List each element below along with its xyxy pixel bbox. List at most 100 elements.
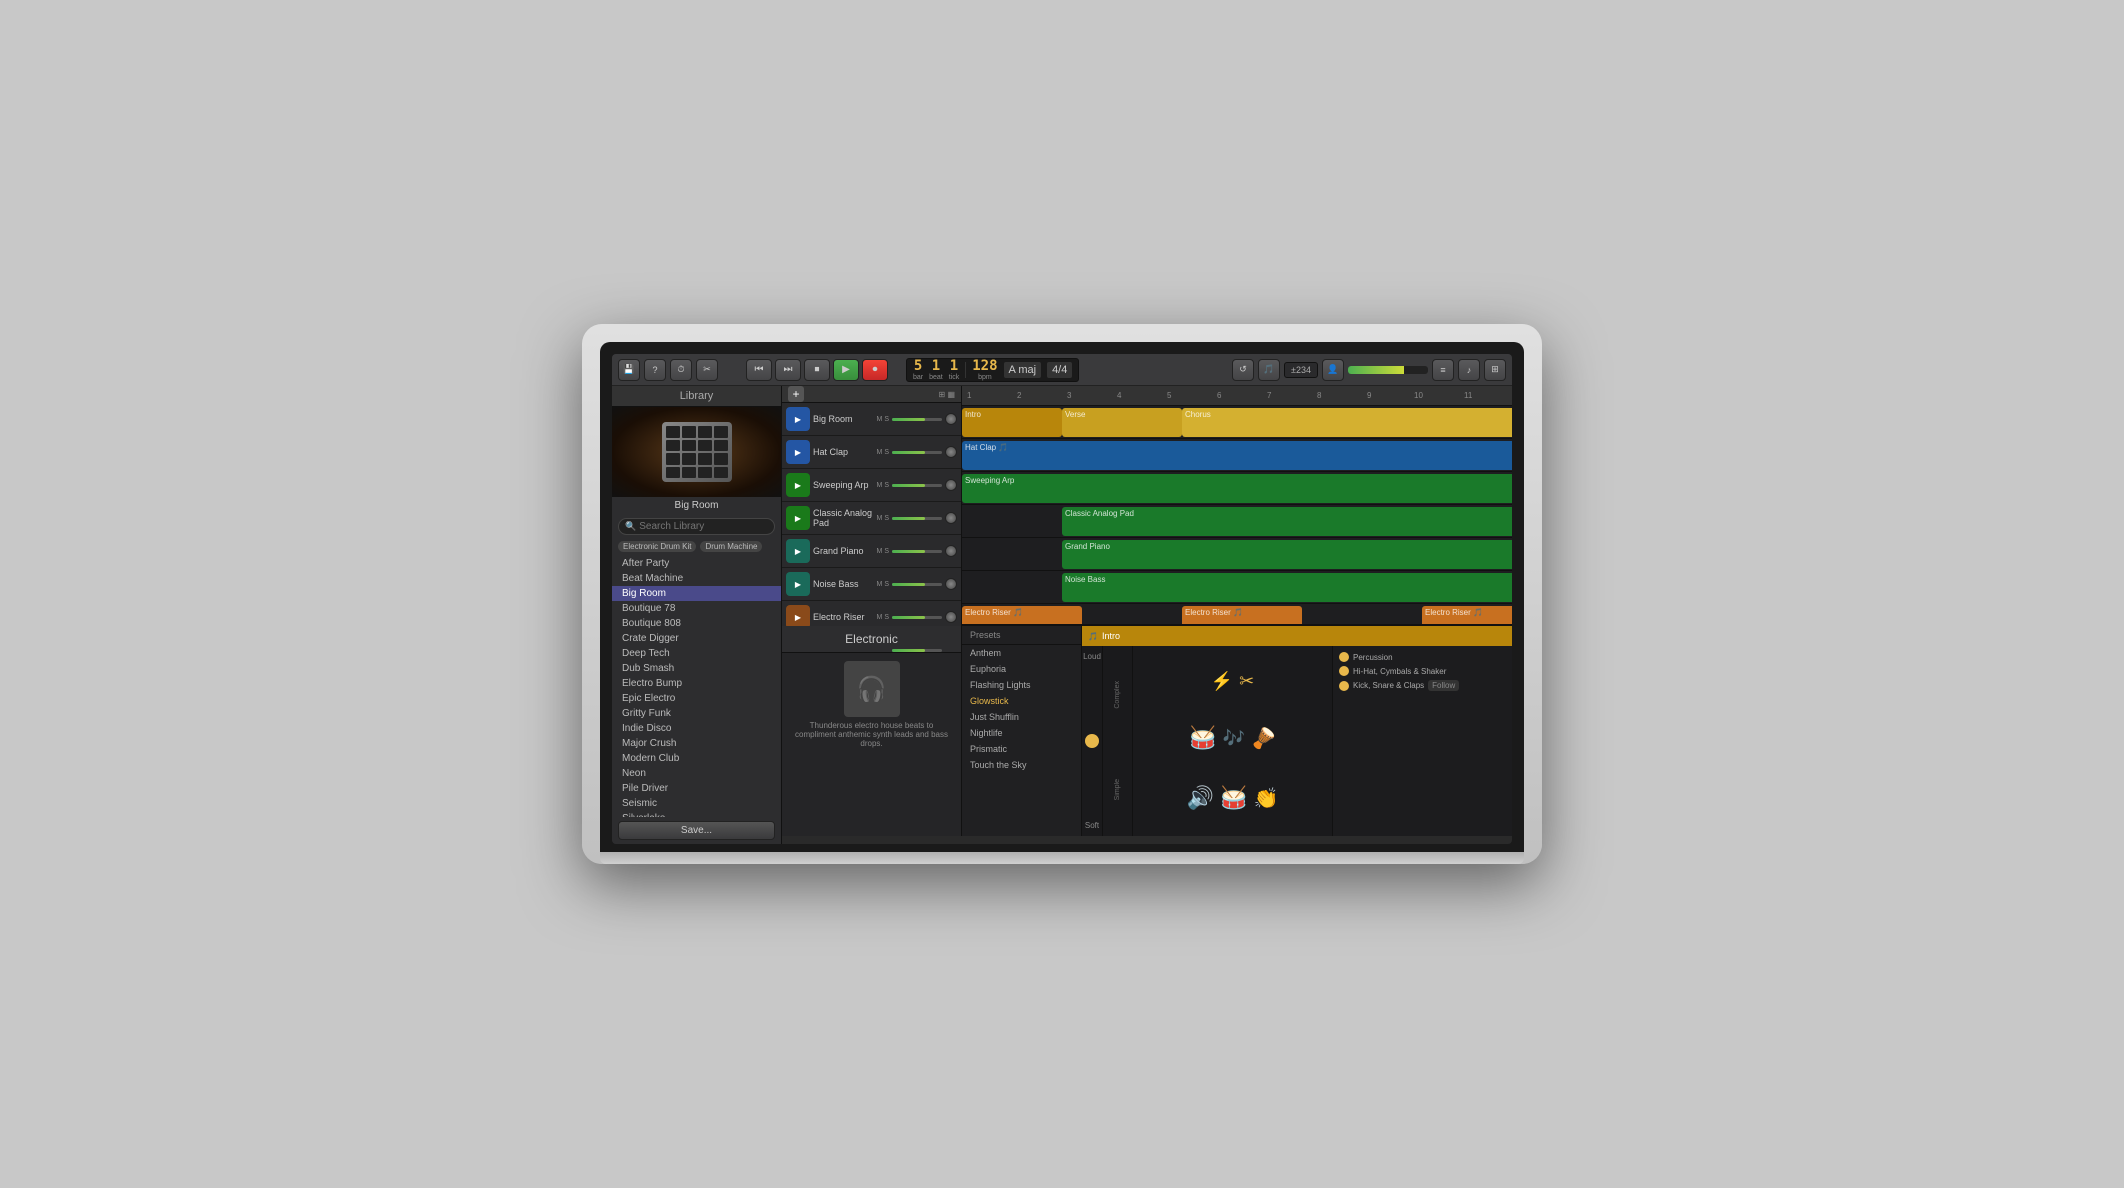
track-solo[interactable]: S (884, 548, 889, 555)
master-volume-bar[interactable] (1348, 366, 1428, 374)
list-editor-icon[interactable]: ≡ (1432, 359, 1454, 381)
library-item[interactable]: Big Room (612, 586, 781, 601)
add-track-button[interactable]: + (788, 386, 804, 402)
settings-icon[interactable]: ✂ (696, 359, 718, 381)
preset-item[interactable]: Just Shufflin (962, 709, 1081, 725)
arr-block-electroriser1[interactable]: Electro Riser 🎵 (962, 606, 1082, 624)
arr-block-noisebass[interactable]: Noise Bass (1062, 573, 1512, 602)
pad-cell[interactable] (666, 453, 680, 465)
preset-item[interactable]: Nightlife (962, 725, 1081, 741)
library-item[interactable]: Dub Smash (612, 661, 781, 676)
library-item[interactable]: Crate Digger (612, 631, 781, 646)
pad-cell[interactable] (666, 440, 680, 452)
arr-block-sweepingarp[interactable]: Sweeping Arp (962, 474, 1512, 503)
fast-forward-button[interactable]: ⏭ (775, 359, 801, 381)
track-fader[interactable] (892, 550, 942, 553)
pad-cell[interactable] (698, 453, 712, 465)
breadcrumb-drum-machine[interactable]: Drum Machine (700, 541, 762, 552)
track-volume-knob[interactable] (945, 578, 957, 590)
pad-cell[interactable] (682, 440, 696, 452)
master-vol[interactable]: 👤 (1322, 359, 1344, 381)
track-fader[interactable] (892, 484, 942, 487)
search-bar[interactable]: 🔍 (618, 518, 775, 535)
library-item[interactable]: Boutique 78 (612, 601, 781, 616)
track-mute[interactable]: M (876, 449, 882, 456)
arr-block-hatclap[interactable]: Hat Clap 🎵 (962, 441, 1512, 470)
track-fader[interactable] (892, 616, 942, 619)
track-mute[interactable]: M (876, 548, 882, 555)
track-volume-knob[interactable] (945, 512, 957, 524)
track-mute[interactable]: M (876, 416, 882, 423)
library-item[interactable]: After Party (612, 556, 781, 571)
library-item[interactable]: Boutique 808 (612, 616, 781, 631)
track-volume-knob[interactable] (945, 413, 957, 425)
track-volume-knob[interactable] (945, 611, 957, 623)
track-mute[interactable]: M (876, 515, 882, 522)
arr-block-electroriser3[interactable]: Electro Riser 🎵 (1422, 606, 1512, 624)
pad-cell[interactable] (698, 440, 712, 452)
library-item[interactable]: Beat Machine (612, 571, 781, 586)
save-button[interactable]: Save... (618, 821, 775, 840)
track-mute[interactable]: M (876, 482, 882, 489)
pad-cell[interactable] (666, 426, 680, 438)
pad-cell[interactable] (714, 467, 728, 479)
track-solo[interactable]: S (884, 614, 889, 621)
pad-cell[interactable] (682, 453, 696, 465)
arr-block-intro[interactable]: Intro (962, 408, 1062, 437)
rewind-button[interactable]: ⏮ (746, 359, 772, 381)
breadcrumb-electronic[interactable]: Electronic Drum Kit (618, 541, 696, 552)
pad-cell[interactable] (666, 467, 680, 479)
pad-cell[interactable] (682, 426, 696, 438)
preset-item[interactable]: Euphoria (962, 661, 1081, 677)
metronome-icon[interactable]: ⏱ (670, 359, 692, 381)
library-item[interactable]: Pile Driver (612, 781, 781, 796)
library-item[interactable]: Major Crush (612, 736, 781, 751)
preset-item[interactable]: Anthem (962, 645, 1081, 661)
track-fader[interactable] (892, 517, 942, 520)
preset-item[interactable]: Glowstick (962, 693, 1081, 709)
preset-item[interactable]: Prismatic (962, 741, 1081, 757)
search-input[interactable] (639, 521, 768, 532)
arr-block-chorus[interactable]: Chorus (1182, 408, 1512, 437)
track-mute[interactable]: M (876, 581, 882, 588)
pad-cell[interactable] (682, 467, 696, 479)
pad-cell[interactable] (698, 467, 712, 479)
library-item[interactable]: Epic Electro (612, 691, 781, 706)
arr-block-verse[interactable]: Verse (1062, 408, 1182, 437)
beat-pad-area[interactable]: Loud Soft (1082, 646, 1102, 836)
mixer-icon[interactable]: ⊞ (1484, 359, 1506, 381)
arr-block-grandpiano[interactable]: Grand Piano (1062, 540, 1512, 569)
beat-position-dot[interactable] (1085, 734, 1099, 748)
library-item[interactable]: Silverlake (612, 811, 781, 817)
pad-cell[interactable] (714, 453, 728, 465)
track-solo[interactable]: S (884, 416, 889, 423)
save-icon[interactable]: 💾 (618, 359, 640, 381)
track-solo[interactable]: S (884, 515, 889, 522)
track-solo[interactable]: S (884, 482, 889, 489)
arr-block-classicpad[interactable]: Classic Analog Pad (1062, 507, 1512, 536)
library-item[interactable]: Gritty Funk (612, 706, 781, 721)
arr-block-electroriser2[interactable]: Electro Riser 🎵 (1182, 606, 1302, 624)
library-item[interactable]: Indie Disco (612, 721, 781, 736)
track-fader[interactable] (892, 649, 942, 652)
track-solo[interactable]: S (884, 449, 889, 456)
cycle-button[interactable]: ↺ (1232, 359, 1254, 381)
library-item[interactable]: Modern Club (612, 751, 781, 766)
stop-button[interactable]: ⏹ (804, 359, 830, 381)
play-button[interactable]: ▶ (833, 359, 859, 381)
track-mute[interactable]: M (876, 614, 882, 621)
record-button[interactable]: ⏺ (862, 359, 888, 381)
preset-item[interactable]: Touch the Sky (962, 757, 1081, 773)
track-volume-knob[interactable] (945, 545, 957, 557)
pad-cell[interactable] (714, 426, 728, 438)
track-fader[interactable] (892, 451, 942, 454)
track-volume-knob[interactable] (945, 446, 957, 458)
help-icon[interactable]: ? (644, 359, 666, 381)
track-fader[interactable] (892, 583, 942, 586)
library-item[interactable]: Seismic (612, 796, 781, 811)
library-item[interactable]: Neon (612, 766, 781, 781)
score-editor-icon[interactable]: ♪ (1458, 359, 1480, 381)
follow-button[interactable]: Follow (1428, 680, 1459, 691)
pad-cell[interactable] (698, 426, 712, 438)
preset-item[interactable]: Flashing Lights (962, 677, 1081, 693)
